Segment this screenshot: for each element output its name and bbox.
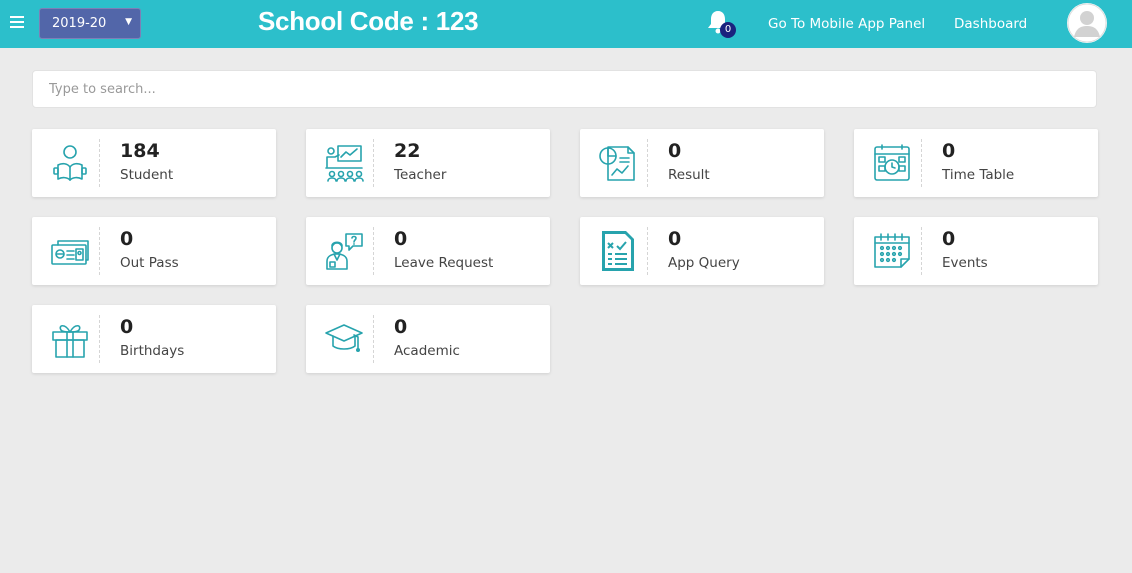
stat-card-teacher[interactable]: 22 Teacher bbox=[306, 129, 550, 197]
stat-count: 22 bbox=[394, 140, 421, 162]
divider bbox=[373, 139, 374, 187]
academic-year-select[interactable]: 2019-20 ▼ bbox=[39, 8, 141, 39]
stat-count: 0 bbox=[120, 228, 134, 250]
page-title: School Code : 123 bbox=[258, 6, 479, 36]
stat-label: Academic bbox=[394, 343, 460, 359]
stat-label: Student bbox=[120, 167, 174, 183]
divider bbox=[99, 315, 100, 363]
divider bbox=[99, 227, 100, 275]
notification-badge: 0 bbox=[720, 22, 736, 38]
result-icon bbox=[599, 146, 635, 181]
stat-label: Teacher bbox=[394, 167, 447, 183]
stat-label: App Query bbox=[668, 255, 740, 271]
stat-label: Out Pass bbox=[120, 255, 179, 271]
stat-card-leave-request[interactable]: 0 Leave Request bbox=[306, 217, 550, 285]
avatar[interactable] bbox=[1067, 3, 1107, 43]
events-icon bbox=[874, 233, 910, 268]
stat-label: Leave Request bbox=[394, 255, 494, 271]
menu-icon[interactable] bbox=[10, 16, 24, 30]
app-query-icon bbox=[602, 231, 634, 271]
top-navbar: 2019-20 ▼ School Code : 123 0 Go To Mobi… bbox=[0, 0, 1132, 48]
divider bbox=[921, 227, 922, 275]
divider bbox=[99, 139, 100, 187]
stat-card-academic[interactable]: 0 Academic bbox=[306, 305, 550, 373]
stat-count: 0 bbox=[942, 228, 956, 250]
divider bbox=[647, 139, 648, 187]
stat-label: Time Table bbox=[942, 167, 1015, 183]
stat-label: Events bbox=[942, 255, 988, 271]
caret-down-icon: ▼ bbox=[125, 17, 132, 27]
stat-count: 184 bbox=[120, 140, 160, 162]
stat-label: Birthdays bbox=[120, 343, 185, 359]
stat-count: 0 bbox=[942, 140, 956, 162]
stat-card-birthdays[interactable]: 0 Birthdays bbox=[32, 305, 276, 373]
divider bbox=[373, 315, 374, 363]
graduation-cap-icon bbox=[325, 324, 363, 352]
stat-count: 0 bbox=[668, 140, 682, 162]
stat-card-events[interactable]: 0 Events bbox=[854, 217, 1098, 285]
academic-year-value: 2019-20 bbox=[52, 16, 107, 31]
stat-count: 0 bbox=[120, 316, 134, 338]
user-avatar-icon bbox=[1067, 3, 1107, 43]
student-icon bbox=[53, 145, 87, 181]
out-pass-icon bbox=[51, 240, 89, 265]
dashboard-link[interactable]: Dashboard bbox=[954, 16, 1027, 32]
stat-card-result[interactable]: 0 Result bbox=[580, 129, 824, 197]
stat-card-out-pass[interactable]: 0 Out Pass bbox=[32, 217, 276, 285]
stat-card-time-table[interactable]: 0 Time Table bbox=[854, 129, 1098, 197]
stat-label: Result bbox=[668, 167, 710, 183]
divider bbox=[373, 227, 374, 275]
notifications-button[interactable]: 0 bbox=[706, 9, 738, 39]
teacher-icon bbox=[325, 145, 364, 182]
stat-card-student[interactable]: 184 Student bbox=[32, 129, 276, 197]
stat-count: 0 bbox=[394, 316, 408, 338]
stat-count: 0 bbox=[394, 228, 408, 250]
stat-card-app-query[interactable]: 0 App Query bbox=[580, 217, 824, 285]
mobile-app-panel-link[interactable]: Go To Mobile App Panel bbox=[768, 16, 925, 32]
stat-count: 0 bbox=[668, 228, 682, 250]
timetable-icon bbox=[874, 144, 910, 181]
leave-request-icon bbox=[326, 233, 363, 270]
search-input[interactable] bbox=[32, 70, 1097, 108]
gift-icon bbox=[52, 324, 88, 358]
divider bbox=[921, 139, 922, 187]
divider bbox=[647, 227, 648, 275]
